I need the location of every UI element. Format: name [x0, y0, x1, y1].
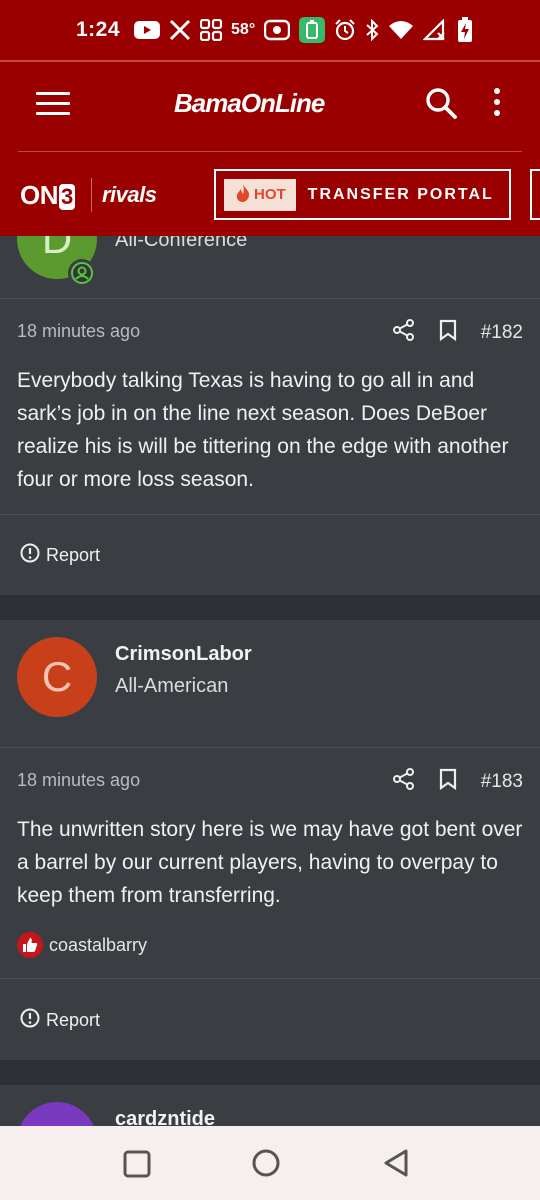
share-icon[interactable] — [392, 768, 415, 795]
bluetooth-icon — [365, 18, 379, 42]
post-actions: #182 — [392, 319, 523, 346]
author-name[interactable]: CrimsonLabor — [115, 643, 252, 666]
bookmark-icon[interactable] — [439, 768, 457, 795]
system-navigation-bar — [0, 1126, 540, 1200]
alarm-icon — [334, 18, 356, 42]
post-divider — [0, 978, 540, 979]
status-bar: 1:24 58° — [0, 0, 540, 60]
battery-charging-icon — [456, 17, 474, 42]
post-number[interactable]: #182 — [481, 322, 523, 344]
user-badge-icon — [68, 259, 96, 287]
more-options-icon[interactable] — [490, 88, 504, 122]
hot-label: HOT — [254, 186, 286, 203]
search-icon[interactable] — [424, 86, 460, 127]
post-author-block: cardzntide — [0, 1085, 540, 1126]
header-divider — [18, 151, 522, 152]
alert-circle-icon — [20, 543, 40, 568]
temperature-readout: 58° — [231, 21, 256, 38]
hot-badge: HOT — [224, 178, 296, 211]
report-label: Report — [46, 1010, 101, 1030]
post-gap — [0, 595, 540, 620]
liked-by-user[interactable]: coastalbarry — [49, 935, 147, 956]
author-rank: All-Conference — [115, 236, 248, 251]
grid-app-icon — [200, 18, 223, 42]
report-label: Report — [46, 545, 101, 565]
wifi-icon — [388, 18, 414, 42]
thumbs-up-icon — [17, 932, 43, 958]
home-icon[interactable] — [251, 1148, 281, 1183]
on3-logo[interactable]: ON 3 — [20, 180, 75, 211]
post-author-block: C CrimsonLabor All-American — [0, 620, 540, 748]
post-body: The unwritten story here is we may have … — [17, 818, 523, 907]
post-divider — [0, 514, 540, 515]
back-icon[interactable] — [381, 1148, 411, 1183]
hamburger-menu-icon[interactable] — [36, 92, 70, 120]
post-author-block: D All-Conference — [0, 236, 540, 299]
avatar[interactable] — [17, 1102, 97, 1126]
rivals-logo[interactable]: rivals — [102, 182, 157, 208]
flame-icon — [236, 183, 250, 206]
youtube-icon — [134, 18, 161, 42]
post-gap — [0, 1060, 540, 1085]
reaction-row[interactable]: coastalbarry — [17, 932, 147, 958]
report-button[interactable]: Report — [20, 1008, 100, 1033]
share-icon[interactable] — [392, 319, 415, 346]
post-body: Everybody talking Texas is having to go … — [17, 369, 509, 491]
brand-logo[interactable]: BamaOnLine — [174, 88, 325, 119]
status-icons: 58° — [134, 17, 474, 43]
signal-icon — [423, 18, 447, 42]
author-name[interactable]: cardzntide — [115, 1108, 215, 1126]
author-rank: All-American — [115, 675, 229, 697]
post-card: 18 minutes ago #182 Everybody talking Te… — [0, 299, 540, 595]
transfer-portal-label: TRANSFER PORTAL — [307, 185, 494, 203]
radio-icon — [264, 18, 291, 42]
status-time: 1:24 — [76, 18, 121, 41]
app-header: BamaOnLine ON 3 rivals HOT TRANSFER PORTA… — [0, 62, 540, 236]
network-nav-row: ON 3 rivals HOT TRANSFER PORTAL — [0, 166, 540, 226]
recents-icon[interactable] — [123, 1150, 151, 1183]
report-button[interactable]: Report — [20, 543, 100, 568]
post-actions: #183 — [392, 768, 523, 795]
nav-separator — [91, 178, 92, 212]
post-timestamp: 18 minutes ago — [17, 770, 141, 790]
post-timestamp: 18 minutes ago — [17, 321, 141, 341]
post-card: 18 minutes ago #183 The unwritten story … — [0, 748, 540, 1060]
post-number[interactable]: #183 — [481, 771, 523, 793]
x-icon — [169, 18, 191, 42]
header-top-row: BamaOnLine — [0, 62, 540, 150]
bookmark-icon[interactable] — [439, 319, 457, 346]
battery-saver-icon — [299, 17, 326, 43]
avatar[interactable]: C — [17, 637, 97, 717]
transfer-portal-button[interactable]: HOT TRANSFER PORTAL — [214, 169, 511, 220]
thread-content: D All-Conference 18 minutes ago #182 Eve… — [0, 236, 540, 1126]
alert-circle-icon — [20, 1008, 40, 1033]
next-nav-button-edge[interactable] — [530, 169, 540, 220]
